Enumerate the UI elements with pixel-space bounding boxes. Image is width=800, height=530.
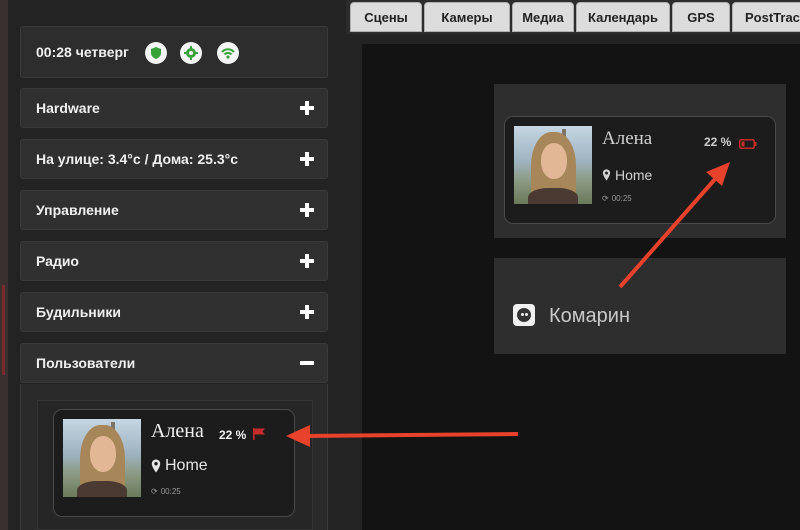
annotation-arrows — [286, 162, 730, 447]
arrow-to-battery — [618, 162, 730, 289]
arrow-to-flag — [286, 425, 519, 447]
